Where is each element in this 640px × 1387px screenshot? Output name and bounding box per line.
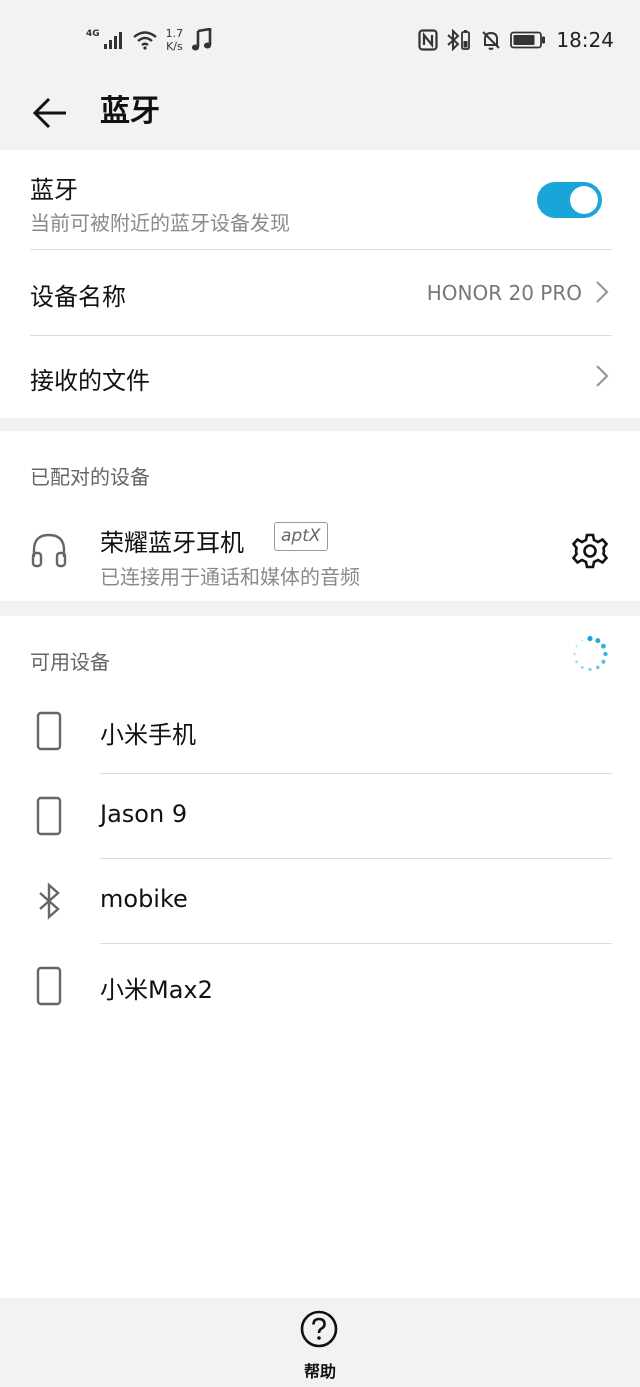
device-name-value: HONOR 20 PRO	[426, 281, 582, 305]
switch-knob	[570, 186, 598, 214]
available-device-name: Jason 9	[100, 800, 188, 828]
scanning-spinner-icon	[573, 635, 608, 672]
back-arrow-icon	[32, 97, 66, 129]
bluetooth-battery-icon	[447, 29, 471, 51]
available-device-row[interactable]: Jason 9	[0, 774, 640, 859]
status-bar-right: 18:24	[418, 24, 614, 56]
network-speed: 1.7 K/s	[166, 27, 184, 53]
music-icon	[192, 28, 212, 51]
received-files-row[interactable]: 接收的文件	[0, 336, 640, 418]
available-device-row[interactable]: mobike	[0, 859, 640, 944]
help-button[interactable]: 帮助	[280, 1310, 360, 1382]
bluetooth-toggle-row[interactable]: 蓝牙 当前可被附近的蓝牙设备发现	[0, 150, 640, 249]
paired-section-title: 已配对的设备	[30, 465, 150, 489]
status-bar-left: 4G 1.7 K/s	[86, 24, 213, 56]
device-name-row[interactable]: 设备名称 HONOR 20 PRO	[0, 250, 640, 335]
available-device-name: 小米Max2	[100, 976, 213, 1004]
available-device-name: mobike	[100, 885, 188, 913]
available-device-name: 小米手机	[100, 721, 196, 749]
speed-value: 1.7	[165, 27, 184, 40]
speed-unit: K/s	[166, 40, 183, 53]
bluetooth-icon	[39, 882, 60, 920]
bluetooth-settings-screen: 4G 1.7 K/s 18:24 蓝牙 蓝牙 当前可被附近的蓝牙设备发现 设备名…	[0, 0, 640, 1387]
chevron-right-icon	[596, 365, 609, 387]
nfc-icon	[418, 29, 438, 51]
aptx-badge: aptX	[274, 522, 328, 551]
page-title: 蓝牙	[100, 94, 160, 129]
battery-icon	[510, 31, 546, 49]
bluetooth-switch[interactable]	[537, 182, 602, 218]
received-files-label: 接收的文件	[30, 367, 150, 395]
help-label: 帮助	[303, 1362, 336, 1381]
app-header: 蓝牙	[0, 78, 640, 150]
paired-device-row[interactable]: 荣耀蓝牙耳机 aptX 已连接用于通话和媒体的音频	[0, 506, 640, 601]
mute-bell-icon	[482, 31, 501, 50]
network-type: 4G	[86, 29, 100, 39]
paired-devices-card: 已配对的设备 荣耀蓝牙耳机 aptX 已连接用于通话和媒体的音频	[0, 431, 640, 601]
wifi-icon	[132, 31, 157, 50]
bluetooth-visibility-text: 当前可被附近的蓝牙设备发现	[30, 211, 290, 235]
paired-device-status: 已连接用于通话和媒体的音频	[100, 565, 360, 589]
help-icon	[300, 1310, 338, 1348]
gear-icon[interactable]	[571, 532, 609, 570]
back-button[interactable]	[26, 88, 74, 138]
paired-device-name: 荣耀蓝牙耳机	[100, 529, 244, 557]
available-devices-card: 可用设备 小米手机 Jason 9 mobike 小米Max2	[0, 616, 640, 1298]
headset-icon	[31, 533, 67, 568]
chevron-right-icon	[596, 281, 609, 303]
bluetooth-settings-card: 蓝牙 当前可被附近的蓝牙设备发现 设备名称 HONOR 20 PRO 接收的文件	[0, 150, 640, 418]
bluetooth-toggle-label: 蓝牙	[30, 176, 78, 204]
signal-icon	[103, 32, 122, 49]
phone-icon	[36, 796, 62, 836]
phone-icon	[36, 711, 62, 751]
bottom-bar: 帮助	[0, 1298, 640, 1387]
available-device-row[interactable]: 小米手机	[0, 689, 640, 774]
status-time: 18:24	[556, 28, 614, 52]
status-bar: 4G 1.7 K/s 18:24	[0, 0, 640, 78]
phone-icon	[36, 966, 62, 1006]
device-name-label: 设备名称	[30, 283, 126, 311]
available-section-title: 可用设备	[30, 650, 110, 674]
available-device-row[interactable]: 小米Max2	[0, 944, 640, 1029]
